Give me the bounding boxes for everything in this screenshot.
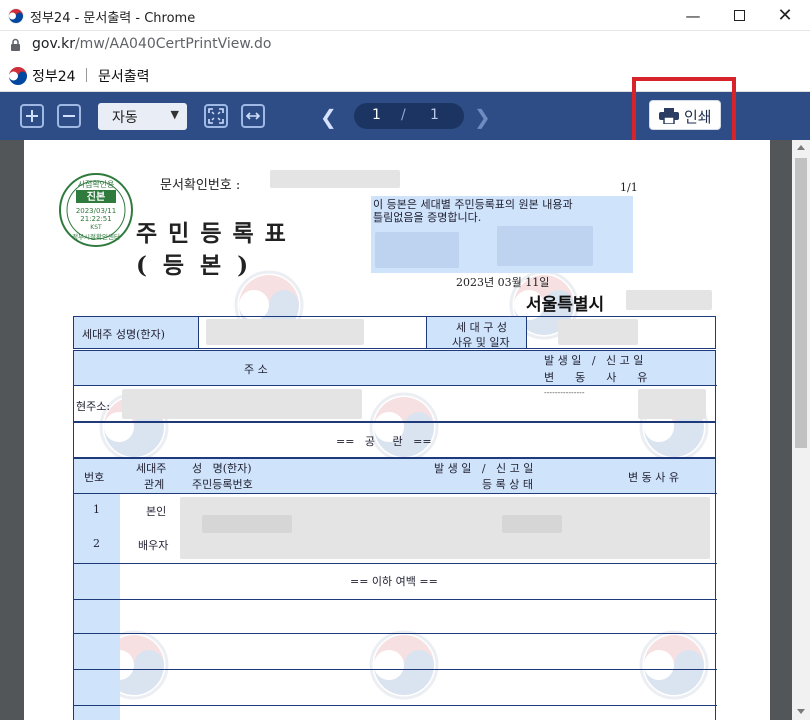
row-line	[74, 633, 717, 634]
row-line	[74, 669, 717, 670]
scroll-down-icon[interactable]	[797, 709, 805, 714]
fit-page-button[interactable]	[204, 104, 228, 128]
redacted-head-name	[206, 319, 364, 345]
gov24-logo-icon[interactable]	[8, 66, 28, 86]
address-column-header: 주 소	[244, 363, 268, 376]
col-line	[526, 317, 527, 348]
header-bg	[74, 459, 715, 493]
blank-table: == 공 란 ==	[73, 422, 716, 458]
redacted-block	[202, 515, 292, 533]
blank-label: == 공 란 ==	[336, 435, 432, 448]
seal-center-text: 진본	[87, 190, 105, 203]
zoom-value: 자동	[112, 110, 138, 126]
row-number: 1	[93, 503, 100, 516]
head-name-label: 세대주 성명(한자)	[82, 328, 165, 341]
number-col-bg	[74, 493, 120, 720]
page-indicator[interactable]: 1 / 1	[354, 103, 464, 129]
issuer-name: 서울특별시	[526, 295, 605, 315]
gov24-logo-icon	[8, 8, 24, 24]
row-relation: 본인	[146, 505, 167, 518]
row-line	[74, 385, 717, 386]
plus-icon	[26, 110, 38, 122]
scroll-up-icon[interactable]	[797, 145, 805, 150]
certification-box: 이 등본은 세대별 주민등록표의 원본 내용과 틀림없음을 증명합니다.	[371, 196, 633, 273]
row-line	[74, 493, 717, 494]
total-pages: 1	[430, 107, 439, 123]
col-relation-header-1: 세대주	[136, 462, 167, 475]
prev-page-icon[interactable]: ❮	[320, 105, 337, 129]
col-number-header: 번호	[84, 471, 105, 484]
col-line	[198, 317, 199, 348]
row-line	[74, 563, 717, 564]
document-subtitle: ( 등 본 )	[136, 252, 253, 279]
divider	[86, 68, 87, 82]
row-line	[74, 599, 717, 600]
redacted-issuer	[626, 290, 712, 310]
reason-column-header: 변 동 사 유	[544, 371, 648, 384]
minimize-icon[interactable]: —	[670, 0, 716, 31]
redacted-doc-number	[270, 170, 400, 188]
redacted-date	[638, 389, 706, 419]
seal-date: 2023/03/11	[76, 207, 116, 215]
current-address-label: 현주소:	[76, 400, 111, 413]
document-page: 시점확인용 진본 2023/03/11 21:22:51 KST 정부시점확인센…	[24, 140, 770, 720]
url-text[interactable]: gov.kr/mw/AA040CertPrintView.do	[32, 36, 271, 52]
authenticity-seal: 시점확인용 진본 2023/03/11 21:22:51 KST 정부시점확인센…	[59, 173, 133, 247]
next-page-icon[interactable]: ❯	[474, 105, 491, 129]
minus-icon	[63, 115, 75, 117]
address-table: 주 소 발 생 일 / 신 고 일 변 동 사 유 현주소: ---------…	[73, 350, 717, 422]
zoom-out-button[interactable]	[57, 104, 81, 128]
redacted-address	[122, 389, 362, 419]
fit-width-icon	[245, 112, 261, 120]
page-separator: /	[401, 107, 406, 123]
doc-number-label: 문서확인번호 :	[160, 178, 241, 193]
zoom-in-button[interactable]	[20, 104, 44, 128]
close-icon[interactable]: ✕	[762, 0, 808, 31]
seal-top-text: 시점확인용	[78, 179, 115, 189]
members-table: 번호 세대주 관계 성 명(한자) 주민등록번호 발 생 일 / 신 고 일 등…	[73, 458, 717, 720]
fit-page-icon	[208, 108, 224, 124]
seal-time: 21:22:51	[80, 215, 111, 223]
window-titlebar: 정부24 - 문서출력 - Chrome — ✕	[0, 0, 810, 31]
col-name-header-2: 주민등록번호	[192, 478, 253, 491]
address-bar[interactable]: gov.kr/mw/AA040CertPrintView.do	[0, 31, 810, 59]
document-title: 주민등록표	[136, 220, 297, 247]
seal-tz: KST	[90, 224, 102, 231]
fit-width-button[interactable]	[241, 104, 265, 128]
date-column-header: 발 생 일 / 신 고 일	[544, 354, 644, 367]
end-of-list-label: == 이하 여백 ==	[350, 575, 438, 588]
lock-icon	[11, 38, 20, 51]
row-relation: 배우자	[138, 539, 169, 552]
maximize-icon[interactable]	[716, 0, 762, 31]
redacted-block	[497, 226, 593, 266]
page-count: 1/1	[620, 181, 638, 194]
certification-text: 이 등본은 세대별 주민등록표의 원본 내용과 틀림없음을 증명합니다.	[373, 198, 573, 224]
dashes: ---------------	[544, 388, 585, 397]
col-name-header-1: 성 명(한자)	[192, 462, 252, 475]
row-number: 2	[93, 537, 100, 550]
zoom-select[interactable]: 자동 ▼	[98, 103, 187, 130]
col-line	[426, 317, 427, 348]
scrollbar-thumb[interactable]	[795, 158, 807, 448]
col-reason-header: 변 동 사 유	[628, 471, 679, 484]
window-title: 정부24 - 문서출력 - Chrome	[30, 11, 196, 26]
page-title: 문서출력	[98, 69, 150, 85]
issue-date: 2023년 03월 11일	[456, 276, 550, 289]
col-relation-header-2: 관계	[144, 478, 165, 491]
redacted-household	[558, 319, 638, 345]
household-head-table: 세대주 성명(한자) 세 대 구 성 사유 및 일자	[73, 316, 716, 349]
row-line	[74, 705, 717, 706]
site-name[interactable]: 정부24	[32, 66, 76, 86]
redacted-block	[502, 515, 562, 533]
chevron-down-icon: ▼	[170, 108, 179, 121]
vertical-scrollbar[interactable]	[792, 140, 810, 720]
current-page[interactable]: 1	[372, 107, 381, 123]
col-status-header: 등 록 상 태	[482, 478, 533, 491]
household-label-1: 세 대 구 성	[456, 321, 507, 334]
seal-bottom-text: 정부시점확인센터	[72, 232, 120, 241]
redacted-block	[375, 232, 459, 268]
household-label-2: 사유 및 일자	[452, 336, 510, 349]
col-date-header: 발 생 일 / 신 고 일	[434, 462, 534, 475]
